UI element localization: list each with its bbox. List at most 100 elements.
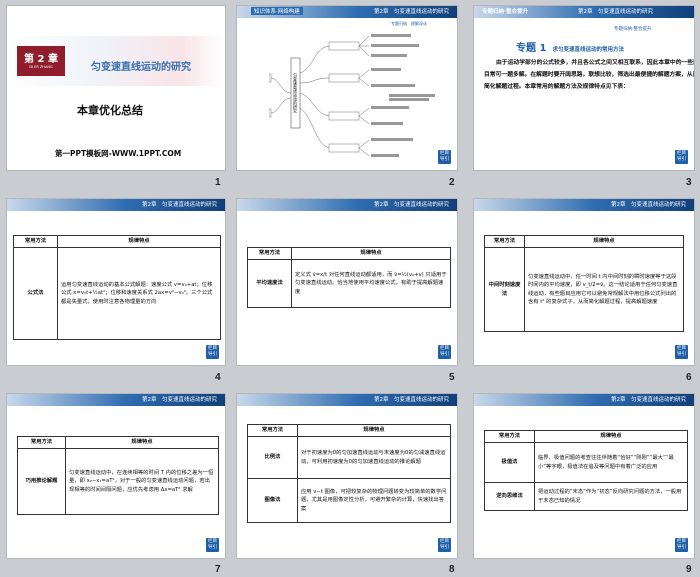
col-header-feature: 规律特点 [524, 235, 684, 248]
slide-sorter-grid: 第 2 章 DI ER ZHANG 匀变速直线运动的研究 本章优化总结 第一PP… [0, 0, 700, 577]
slide-number-2: 2 [449, 177, 455, 188]
col-header-feature: 规律特点 [65, 436, 219, 449]
chapter-label: 第 2 章 [24, 54, 58, 65]
nav-badge[interactable]: 栏目导引 [206, 538, 219, 552]
methods-table: 常用方法 规律特点 比例法 对于初速度为0的匀加速直线运动与末速度为0的匀减速直线运… [247, 424, 451, 523]
feature-cell: 对于初速度为0的匀加速直线运动与末速度为0的匀减速直线运动，可利用初速度为0的匀… [297, 436, 451, 479]
method-cell: 公式法 [13, 247, 58, 340]
nav-badge[interactable]: 栏目导引 [438, 150, 451, 164]
slide-number-7: 7 [215, 564, 221, 575]
slide-number-9: 9 [686, 564, 692, 575]
method-cell: 巧用推论解题 [17, 448, 66, 515]
center-node-label: 匀变速直线运动的研究 [293, 72, 298, 114]
method-cell: 比例法 [247, 436, 298, 479]
header-text: 第2章 匀变速直线运动的研究 [373, 202, 449, 208]
section-tab: 知识体系·网络构建 [251, 7, 303, 15]
col-header-feature: 规律特点 [534, 430, 688, 443]
methods-table: 常用方法 规律特点 极值法 临界、极值问题的考查往往伴随着“恰好”“刚刚”“最大”“… [484, 430, 688, 511]
slide-header: 第2章 匀变速直线运动的研究 [7, 199, 225, 211]
slide-number-5: 5 [449, 372, 455, 383]
slide-header: 第2章 匀变速直线运动的研究 [7, 394, 225, 406]
methods-table: 常用方法 规律特点 巧用推论解题 匀变速直线运动中，在连续相等的时间 T 内的位移之… [17, 436, 219, 515]
intro-paragraph: 由于运动学部分的公式较多，并且各公式之间又相互联系，因此本章中的一些题目常可一题… [484, 60, 695, 91]
topic-heading: 专题 1 求匀变速直线运动的常用方法 [516, 39, 624, 54]
col-header-method: 常用方法 [247, 247, 292, 260]
chapter-badge: 第 2 章 DI ER ZHANG [17, 46, 65, 76]
slide-number-1: 1 [215, 177, 221, 188]
slide-header: 第2章 匀变速直线运动的研究 [237, 394, 457, 406]
header-text: 第2章 匀变速直线运动的研究 [610, 397, 686, 403]
sub-tabs: 专题归纳·整合提升 [614, 27, 652, 32]
header-text: 第2章 匀变速直线运动的研究 [141, 397, 217, 403]
method-cell: 平均速度法 [247, 259, 292, 308]
header-text: 第2章 匀变速直线运动的研究 [141, 202, 217, 208]
table-row: 巧用推论解题 匀变速直线运动中，在连续相等的时间 T 内的位移之差为一恒量，即 x… [17, 448, 219, 515]
method-cell: 极值法 [484, 442, 535, 483]
slide-header: 知识体系·网络构建 第2章 匀变速直线运动的研究 [237, 6, 457, 18]
col-header-feature: 规律特点 [57, 235, 221, 248]
feature-cell: 把运动过程的“末态”作为“初态”反向研究问题的方法，一般用于末态已知的情况 [534, 482, 688, 511]
slide-thumbnail-9[interactable]: 第2章 匀变速直线运动的研究 常用方法 规律特点 极值法 临界、极值问题的考查往往伴… [473, 393, 695, 559]
slide-subtitle: 本章优化总结 [77, 104, 143, 117]
slide-header: 第2章 匀变速直线运动的研究 [474, 394, 694, 406]
header-text: 第2章 匀变速直线运动的研究 [578, 9, 654, 15]
table-row: 平均速度法 定义式 v̄=x/t 对任何直线运动都适用，而 v̄=½(v₀+v) … [247, 259, 451, 308]
slide-thumbnail-8[interactable]: 第2章 匀变速直线运动的研究 常用方法 规律特点 比例法 对于初速度为0的匀加速直线… [236, 393, 458, 559]
slide-number-4: 4 [215, 372, 221, 383]
slide-number-8: 8 [449, 564, 455, 575]
sub-tabs: 专题归纳 理解深化 [391, 21, 427, 26]
table-row: 中间时刻速度法 匀变速直线运动中，任一时间 t 内中间时刻的瞬时速度等于这段时间内… [484, 247, 684, 332]
method-cell: 逆向思维法 [484, 482, 535, 511]
header-text: 第2章 匀变速直线运动的研究 [373, 397, 449, 403]
slide-number-6: 6 [686, 372, 692, 383]
nav-badge[interactable]: 栏目导引 [438, 538, 451, 552]
nav-badge[interactable]: 栏目导引 [675, 538, 688, 552]
nav-badge[interactable]: 栏目导引 [675, 150, 688, 164]
col-header-method: 常用方法 [484, 430, 535, 443]
chapter-sub: DI ER ZHANG [29, 65, 53, 69]
feature-cell: 定义式 v̄=x/t 对任何直线运动都适用，而 v̄=½(v₀+v) 只适用于匀… [291, 259, 451, 308]
slide-header: 第2章 匀变速直线运动的研究 [474, 199, 694, 211]
feature-cell: 匀变速直线运动中，在连续相等的时间 T 内的位移之差为一恒量，即 x₂−x₁=a… [65, 448, 219, 515]
col-header-feature: 规律特点 [291, 247, 451, 260]
slide-thumbnail-5[interactable]: 第2章 匀变速直线运动的研究 常用方法 规律特点 平均速度法 定义式 v̄=x/t … [236, 198, 458, 366]
header-text: 第2章 匀变速直线运动的研究 [373, 9, 449, 15]
slide-thumbnail-6[interactable]: 第2章 匀变速直线运动的研究 常用方法 规律特点 中间时刻速度法 匀变速直线运动中，… [473, 198, 695, 366]
slide-header: 专题归纳·整合提升 第2章 匀变速直线运动的研究 [474, 6, 694, 18]
nav-badge[interactable]: 栏目导引 [206, 345, 219, 359]
table-row: 极值法 临界、极值问题的考查往往伴随着“恰好”“刚刚”“最大”“最小”等字眼，极值… [484, 442, 688, 483]
section-tab: 专题归纳·整合提升 [482, 9, 529, 15]
feature-cell: 匀变速直线运动中，任一时间 t 内中间时刻的瞬时速度等于这段时间内的平均速度，即… [524, 247, 684, 332]
slide-thumbnail-4[interactable]: 第2章 匀变速直线运动的研究 常用方法 规律特点 公式法 运用匀变速直线运动的基本公… [6, 198, 226, 366]
col-header-method: 常用方法 [484, 235, 525, 248]
feature-cell: 临界、极值问题的考查往往伴随着“恰好”“刚刚”“最大”“最小”等字眼，极值法在追… [534, 442, 688, 483]
methods-table: 常用方法 规律特点 公式法 运用匀变速直线运动的基本公式解题：速度公式 v=v₀+a… [13, 235, 221, 340]
col-header-feature: 规律特点 [297, 424, 451, 437]
feature-cell: 运用匀变速直线运动的基本公式解题：速度公式 v=v₀+at；位移公式 x=v₀t… [57, 247, 221, 340]
table-row: 图像法 应用 v−t 图像，可把较复杂的物理问题转变为较简单的数学问题，尤其是用图… [247, 478, 451, 523]
col-header-method: 常用方法 [247, 424, 298, 437]
slide-thumbnail-7[interactable]: 第2章 匀变速直线运动的研究 常用方法 规律特点 巧用推论解题 匀变速直线运动中，在… [6, 393, 226, 559]
col-header-method: 常用方法 [17, 436, 66, 449]
topic-title: 求匀变速直线运动的常用方法 [552, 47, 624, 53]
template-footer: 第一PPT模板网-WWW.1PPT.COM [55, 149, 182, 158]
nav-badge[interactable]: 栏目导引 [438, 345, 451, 359]
table-row: 比例法 对于初速度为0的匀加速直线运动与末速度为0的匀减速直线运动，可利用初速度为… [247, 436, 451, 479]
table-row: 公式法 运用匀变速直线运动的基本公式解题：速度公式 v=v₀+at；位移公式 x=… [13, 247, 221, 340]
knowledge-mind-map: 匀变速直线运动的研究 [269, 34, 435, 157]
method-cell: 图像法 [247, 478, 298, 523]
col-header-method: 常用方法 [13, 235, 58, 248]
slide-number-3: 3 [686, 177, 692, 188]
methods-table: 常用方法 规律特点 中间时刻速度法 匀变速直线运动中，任一时间 t 内中间时刻的瞬时… [484, 235, 684, 332]
table-row: 逆向思维法 把运动过程的“末态”作为“初态”反向研究问题的方法，一般用于末态已知的… [484, 482, 688, 511]
nav-badge[interactable]: 栏目导引 [675, 345, 688, 359]
slide-header: 第2章 匀变速直线运动的研究 [237, 199, 457, 211]
chapter-title: 匀变速直线运动的研究 [91, 62, 191, 73]
slide-thumbnail-2[interactable]: 知识体系·网络构建 第2章 匀变速直线运动的研究 专题归纳 理解深化 匀变速直线… [236, 5, 458, 171]
methods-table: 常用方法 规律特点 平均速度法 定义式 v̄=x/t 对任何直线运动都适用，而 v̄… [247, 247, 451, 308]
slide-thumbnail-1[interactable]: 第 2 章 DI ER ZHANG 匀变速直线运动的研究 本章优化总结 第一PP… [6, 5, 226, 171]
feature-cell: 应用 v−t 图像，可把较复杂的物理问题转变为较简单的数学问题，尤其是用图像定性… [297, 478, 451, 523]
topic-number: 专题 1 [516, 43, 547, 54]
slide-thumbnail-3[interactable]: 专题归纳·整合提升 第2章 匀变速直线运动的研究 专题归纳·整合提升 专题 1 求… [473, 5, 695, 171]
method-cell: 中间时刻速度法 [484, 247, 525, 332]
